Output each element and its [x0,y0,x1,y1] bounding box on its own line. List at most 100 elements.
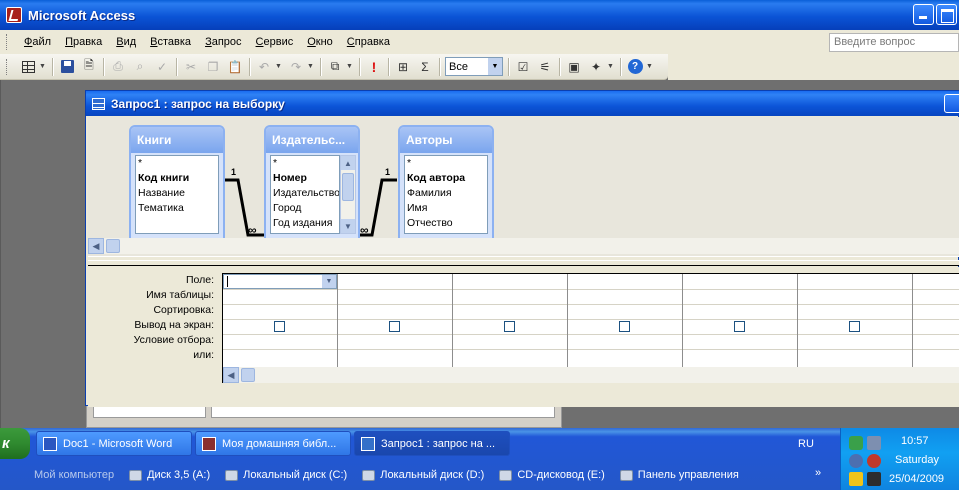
query-window-title-bar[interactable]: Запрос1 : запрос на выборку [86,91,959,116]
access-app-icon[interactable] [6,7,22,23]
volume-icon[interactable] [849,454,863,468]
menu-insert[interactable]: Вставка [143,36,198,48]
maximize-button[interactable] [936,4,957,25]
database-window-button[interactable]: ▣ [565,58,583,76]
grid-column[interactable] [338,274,453,368]
scroll-up-icon[interactable]: ▲ [341,156,355,170]
help-button[interactable]: ? [626,58,644,76]
undo-dropdown-arrow[interactable]: ▼ [275,63,283,70]
query-icon[interactable] [92,97,105,110]
quick-cd-drive[interactable]: CD-дисковод (E:) [499,469,605,481]
menu-tools[interactable]: Сервис [249,36,301,48]
cut-button[interactable]: ✂ [182,58,200,76]
quick-disk-d[interactable]: Локальный диск (D:) [362,469,484,481]
quick-launch-chevron[interactable]: » [815,467,821,479]
new-object-button[interactable]: ✦ [587,58,605,76]
field-item[interactable]: Город [271,201,339,216]
chevron-down-icon[interactable]: ▼ [322,275,336,288]
field-combo[interactable]: ▼ [223,274,337,289]
field-item-key[interactable]: Код книги [136,171,218,186]
field-item[interactable]: * [271,156,339,171]
grid-column[interactable] [798,274,913,368]
antivirus-icon[interactable] [867,472,881,486]
print-button[interactable]: ⎙ [109,58,127,76]
query-window-minimize-button[interactable] [944,94,959,113]
toolbar-options-arrow[interactable]: ▼ [646,63,654,70]
grid-column[interactable] [453,274,568,368]
view-button[interactable] [19,58,37,76]
field-item-key[interactable]: Номер [271,171,339,186]
print-preview-button[interactable]: ⌕ [131,58,149,76]
properties-button[interactable]: ☑ [514,58,532,76]
field-item[interactable]: * [136,156,218,171]
network-icon[interactable] [849,436,863,450]
menu-view[interactable]: Вид [109,36,143,48]
redo-dropdown-arrow[interactable]: ▼ [307,63,315,70]
show-checkbox[interactable] [734,321,745,332]
field-item[interactable]: * [405,156,487,171]
field-list-books[interactable]: Книги * Код книги Название Тематика [129,125,225,240]
clock-time[interactable]: 10:57 [901,435,929,447]
field-list-body[interactable]: * Код автора Фамилия Имя Отчество [404,155,488,234]
grid-column[interactable] [683,274,798,368]
show-checkbox[interactable] [504,321,515,332]
scroll-thumb[interactable] [342,173,354,201]
quick-disk-c[interactable]: Локальный диск (C:) [225,469,347,481]
grid-column[interactable]: ▼ [223,274,338,368]
query-type-button[interactable]: ⧉ [326,58,344,76]
task-button-access[interactable]: Моя домашняя библ... [195,431,351,456]
scroll-down-icon[interactable]: ▼ [341,219,355,233]
field-item[interactable]: Отчество [405,216,487,231]
paste-button[interactable]: 📋 [226,58,244,76]
search-file-button[interactable]: 🗎 [80,58,98,76]
grid-column[interactable] [568,274,683,368]
pane-splitter[interactable] [88,260,959,266]
grid-column[interactable] [913,274,959,368]
quick-control-panel[interactable]: Панель управления [619,469,739,481]
field-item[interactable]: Издательство [271,186,339,201]
field-list-authors[interactable]: Авторы * Код автора Фамилия Имя Отчество [398,125,494,240]
run-button[interactable]: ! [365,58,383,76]
query-type-dropdown-arrow[interactable]: ▼ [346,63,354,70]
query-design-grid[interactable]: ▼ [222,273,959,368]
field-list-body[interactable]: * Код книги Название Тематика [135,155,219,234]
task-button-query[interactable]: Запрос1 : запрос на ... [354,431,510,456]
show-checkbox[interactable] [389,321,400,332]
spelling-button[interactable]: ✓ [153,58,171,76]
view-dropdown-arrow[interactable]: ▼ [39,63,47,70]
field-list-title[interactable]: Издательс... [266,127,358,153]
show-checkbox[interactable] [849,321,860,332]
field-item-key[interactable]: Код автора [405,171,487,186]
field-list-title[interactable]: Книги [131,127,223,153]
menu-file[interactable]: Файл [17,36,58,48]
redo-button[interactable]: ↷ [287,58,305,76]
undo-button[interactable]: ↶ [255,58,273,76]
field-item[interactable]: Имя [405,201,487,216]
scroll-thumb[interactable] [241,368,255,382]
copy-button[interactable]: ❐ [204,58,222,76]
language-indicator[interactable]: RU [798,438,814,450]
scroll-left-icon[interactable]: ◀ [223,367,239,383]
field-list-publishers[interactable]: Издательс... * Номер Издательство Город … [264,125,360,240]
security-alert-icon[interactable] [867,454,881,468]
table-pane-hscrollbar[interactable]: ◀ [88,238,959,254]
build-button[interactable]: ⚟ [536,58,554,76]
field-list-title[interactable]: Авторы [400,127,492,153]
scroll-thumb[interactable] [106,239,120,253]
menu-window[interactable]: Окно [300,36,340,48]
field-item[interactable]: Тематика [136,201,218,216]
top-values-combo[interactable]: Все ▼ [445,57,503,76]
field-list-body[interactable]: * Номер Издательство Город Год издания [270,155,340,234]
field-item[interactable]: Год издания [271,216,339,231]
field-item[interactable]: Название [136,186,218,201]
keyboard-icon[interactable] [849,472,863,486]
quick-floppy[interactable]: Диск 3,5 (A:) [129,469,210,481]
field-item[interactable]: Фамилия [405,186,487,201]
app-title-bar[interactable]: Microsoft Access [0,0,959,30]
toolbar-grip[interactable] [6,58,9,75]
start-button[interactable]: к [0,428,30,459]
save-button[interactable] [58,58,76,76]
monitor-icon[interactable] [867,436,881,450]
menu-query[interactable]: Запрос [198,36,248,48]
field-list-scrollbar[interactable]: ▲ ▼ [340,155,356,234]
